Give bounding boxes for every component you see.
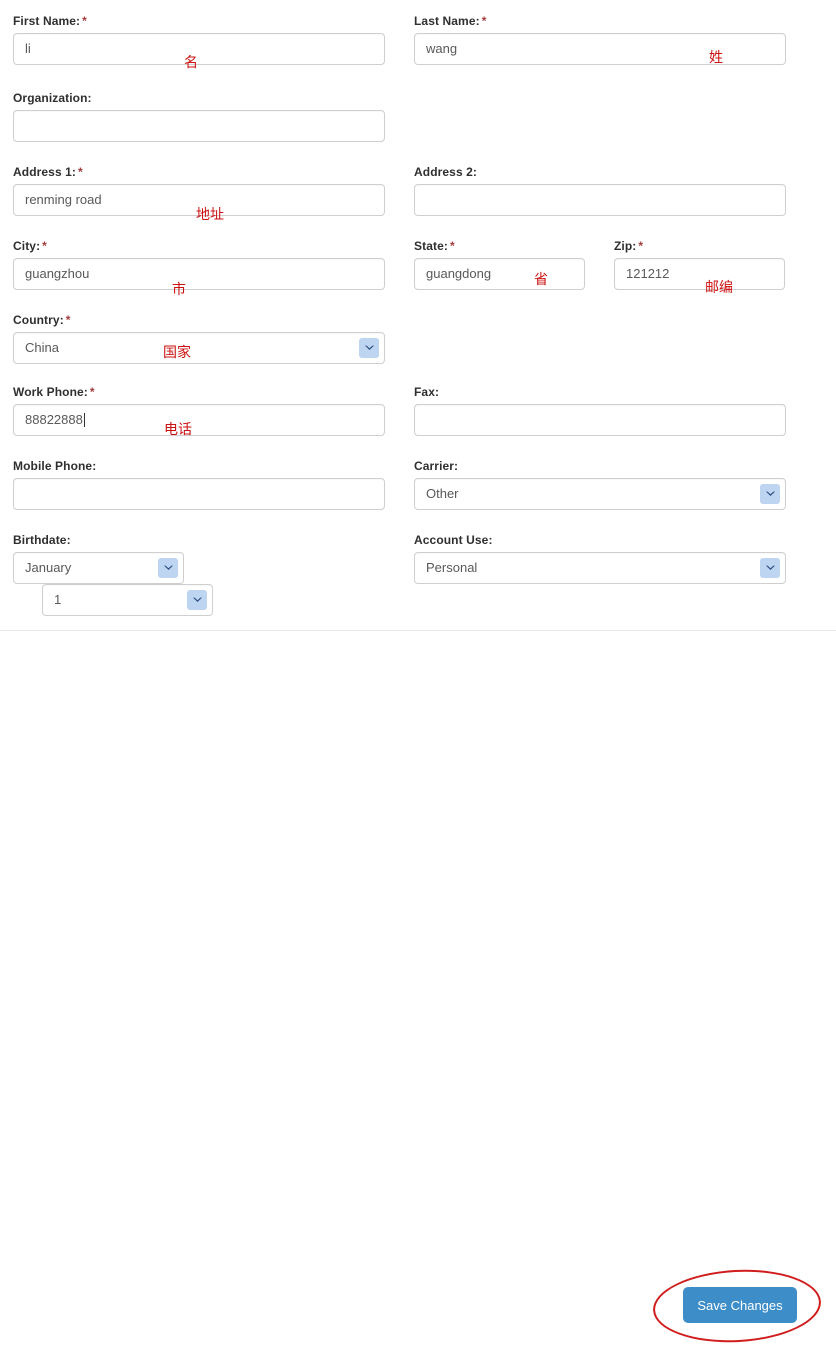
required-asterisk: *: [82, 14, 87, 28]
field-last-name: Last Name: * wang: [414, 14, 786, 65]
label-work-phone: Work Phone: *: [13, 385, 95, 399]
annotation-state: 省: [534, 272, 548, 288]
input-state-value: guangdong: [426, 266, 492, 281]
select-country-value: China: [25, 340, 59, 355]
input-fax[interactable]: [414, 404, 786, 436]
profile-form: First Name: * li 名 Last Name: * wang 姓 Org…: [0, 0, 836, 630]
field-fax: Fax:: [414, 385, 786, 436]
chevron-down-icon[interactable]: [359, 338, 379, 358]
label-last-name: Last Name: *: [414, 14, 487, 28]
annotation-country: 国家: [163, 345, 191, 361]
field-work-phone: Work Phone: * 88822888: [13, 385, 385, 436]
chevron-down-icon[interactable]: [158, 558, 178, 578]
annotation-city: 市: [172, 282, 186, 298]
annotation-zip: 邮编: [705, 280, 733, 296]
save-changes-button[interactable]: Save Changes: [683, 1287, 797, 1323]
input-state[interactable]: guangdong: [414, 258, 585, 290]
input-first-name-value: li: [25, 41, 31, 56]
input-zip[interactable]: 121212: [614, 258, 785, 290]
input-address1-value: renming road: [25, 192, 102, 207]
label-address2: Address 2:: [414, 165, 478, 179]
field-organization: Organization:: [13, 91, 385, 142]
select-carrier[interactable]: Other: [414, 478, 786, 510]
input-mobile-phone[interactable]: [13, 478, 385, 510]
chevron-down-icon[interactable]: [187, 590, 207, 610]
required-asterisk: *: [65, 313, 71, 327]
form-footer: Save Changes: [0, 631, 836, 1346]
required-asterisk: *: [89, 385, 95, 399]
input-city-value: guangzhou: [25, 266, 90, 281]
select-account-use-value: Personal: [426, 560, 478, 575]
field-address2: Address 2:: [414, 165, 786, 216]
required-asterisk: *: [42, 239, 47, 253]
input-last-name-value: wang: [426, 41, 458, 56]
field-carrier: Carrier: Other: [414, 459, 786, 510]
input-zip-value: 121212: [626, 266, 670, 281]
select-birth-day[interactable]: 1: [42, 584, 213, 616]
select-birth-month-value: January: [25, 560, 72, 575]
chevron-down-icon[interactable]: [760, 558, 780, 578]
label-address1: Address 1: *: [13, 165, 83, 179]
label-fax: Fax:: [414, 385, 440, 399]
field-first-name: First Name: * li: [13, 14, 385, 65]
required-asterisk: *: [481, 14, 487, 28]
field-birthdate: Birthdate: January 1: [13, 533, 385, 616]
field-city: City: * guangzhou: [13, 239, 385, 290]
text-caret: [83, 413, 85, 427]
annotation-last-name: 姓: [709, 50, 723, 66]
label-mobile-phone: Mobile Phone:: [13, 459, 97, 473]
chevron-down-icon[interactable]: [760, 484, 780, 504]
annotation-first-name: 名: [184, 55, 198, 71]
label-first-name: First Name: *: [13, 14, 87, 28]
label-country: Country: *: [13, 313, 71, 327]
input-first-name[interactable]: li: [13, 33, 385, 65]
select-account-use[interactable]: Personal: [414, 552, 786, 584]
label-state: State: *: [414, 239, 455, 253]
select-birth-day-value: 1: [54, 592, 62, 607]
select-carrier-value: Other: [426, 486, 459, 501]
input-work-phone-value: 88822888: [25, 412, 85, 427]
required-asterisk: *: [78, 165, 83, 179]
required-asterisk: *: [638, 239, 644, 253]
annotation-work-phone: 电话: [164, 422, 192, 438]
select-birth-month[interactable]: January: [13, 552, 184, 584]
field-country: Country: * China: [13, 313, 385, 364]
label-city: City: *: [13, 239, 47, 253]
input-organization[interactable]: [13, 110, 385, 142]
annotation-address1: 地址: [196, 207, 224, 223]
field-account-use: Account Use: Personal: [414, 533, 786, 584]
label-organization: Organization:: [13, 91, 92, 105]
field-state: State: * guangdong: [414, 239, 585, 290]
label-account-use: Account Use:: [414, 533, 493, 547]
select-country[interactable]: China: [13, 332, 385, 364]
label-birthdate: Birthdate:: [13, 533, 71, 547]
required-asterisk: *: [449, 239, 455, 253]
input-work-phone[interactable]: 88822888: [13, 404, 385, 436]
input-last-name[interactable]: wang: [414, 33, 786, 65]
field-zip: Zip: * 121212: [614, 239, 785, 290]
input-city[interactable]: guangzhou: [13, 258, 385, 290]
field-mobile-phone: Mobile Phone:: [13, 459, 385, 510]
label-carrier: Carrier:: [414, 459, 459, 473]
input-address2[interactable]: [414, 184, 786, 216]
label-zip: Zip: *: [614, 239, 644, 253]
